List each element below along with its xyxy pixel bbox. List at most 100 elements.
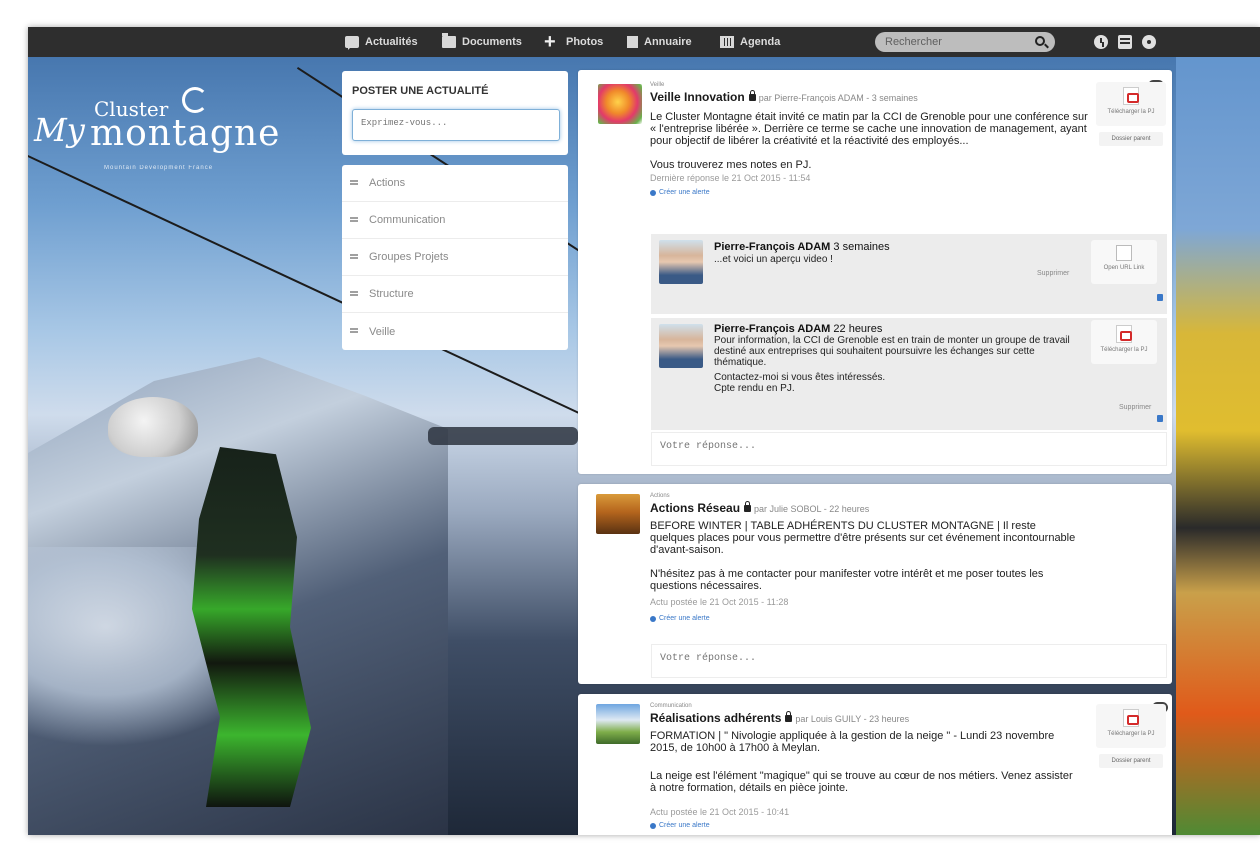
comment-text: Pour information, la CCI de Grenoble est… [714,335,1070,368]
gear-icon[interactable] [1142,35,1156,49]
post-author: par Louis GUILY - 23 heures [795,714,910,724]
reply-input[interactable] [651,644,1167,678]
category-item-actions[interactable]: Actions [342,165,568,202]
create-alert-link[interactable]: Créer une alerte [650,189,710,196]
alert-dot-icon [650,189,656,196]
logo-my-text: My [34,111,85,149]
post-meta: Actu postée le 21 Oct 2015 - 10:41 [650,807,790,817]
parent-folder-button[interactable]: Dossier parent [1099,754,1163,768]
post-title-line: Veille Innovation par Pierre-François ADA… [650,90,918,104]
delete-comment-link[interactable]: Supprimer [1037,270,1069,277]
folder-icon [350,253,360,261]
nav-label: Photos [566,36,604,48]
copy-icon[interactable] [1157,415,1163,422]
download-attachment-button[interactable]: Télécharger la PJ [1096,704,1166,748]
post-avatar [598,84,642,124]
post-body: BEFORE WINTER | TABLE ADHÉRENTS DU CLUST… [650,520,1076,556]
post-author: par Julie SOBOL - 22 heures [754,504,870,514]
folder-icon [442,33,456,48]
category-item-veille[interactable]: Veille [342,313,568,350]
post-meta: Dernière réponse le 21 Oct 2015 - 11:54 [650,173,811,183]
background-skier-helmet [108,397,198,457]
search-input[interactable] [875,32,1055,52]
copy-icon[interactable] [1157,294,1163,301]
delete-comment-link[interactable]: Supprimer [1119,404,1151,411]
create-alert-link[interactable]: Créer une alerte [650,615,710,622]
lock-icon [748,90,756,101]
nav-label: Documents [462,36,522,48]
top-navbar: Actualités Documents + Photos Annuaire A… [28,27,1260,57]
alert-dot-icon [650,615,656,622]
post-title[interactable]: Veille Innovation [650,90,745,104]
post-body: Le Cluster Montagne était invité ce mati… [650,111,1088,147]
post-avatar [596,494,640,534]
search-icon[interactable] [1035,36,1045,46]
download-attachment-label: Télécharger la PJ [1100,347,1148,353]
create-alert-label: Créer une alerte [659,615,710,622]
calendar-icon [720,36,734,48]
category-label: Communication [369,214,446,226]
post-body: FORMATION | " Nivologie appliquée à la g… [650,730,1055,754]
news-post: Veille Veille Innovation par Pierre-Franç… [578,70,1172,474]
logo-tagline: Mountain Development France [104,165,214,171]
create-alert-label: Créer une alerte [659,189,710,196]
mail-icon[interactable] [1118,35,1132,49]
create-alert-link[interactable]: Créer une alerte [650,822,710,829]
link-icon [1116,245,1132,261]
comment-text: ...et voici un aperçu video ! [714,254,833,265]
download-attachment-button[interactable]: Télécharger la PJ [1091,320,1157,364]
category-item-structure[interactable]: Structure [342,276,568,313]
reply-input[interactable] [651,432,1167,466]
nav-item-photos[interactable]: + Photos [544,27,603,57]
category-label: Groupes Projets [369,251,449,263]
comment-header: Pierre-François ADAM 3 semaines [714,241,890,253]
nav-item-agenda[interactable]: Agenda [720,27,780,57]
comment-avatar [659,240,703,284]
plus-icon: + [544,31,556,53]
nav-item-documents[interactable]: Documents [442,27,522,57]
nav-label: Annuaire [644,36,692,48]
newspaper-icon [345,36,359,50]
alert-dot-icon [650,822,656,829]
category-item-groupes-projets[interactable]: Groupes Projets [342,239,568,276]
post-news-box: POSTER UNE ACTUALITÉ [342,71,568,155]
comment-text: Contactez-moi si vous êtes intéressés. [714,372,886,383]
post-news-input[interactable] [352,109,560,141]
comment-author[interactable]: Pierre-François ADAM [714,241,830,253]
parent-folder-button[interactable]: Dossier parent [1099,132,1163,146]
pdf-icon [1123,709,1139,727]
folder-icon [350,290,360,298]
open-url-label: Open URL Link [1103,265,1145,271]
comment-header: Pierre-François ADAM 22 heures [714,323,882,335]
comment-text: Cpte rendu en PJ. [714,383,795,394]
create-alert-label: Créer une alerte [659,822,710,829]
comment: Pierre-François ADAM 22 heures Pour info… [651,318,1167,430]
nav-item-annuaire[interactable]: Annuaire [627,27,692,57]
folder-icon [350,216,360,224]
post-category: Actions [650,493,670,499]
lock-icon [785,711,793,722]
post-title[interactable]: Actions Réseau [650,501,740,515]
pdf-icon [1123,87,1139,105]
post-meta: Actu postée le 21 Oct 2015 - 11:28 [650,597,789,607]
background-right-photo [1176,27,1260,835]
comment-time: 3 semaines [833,241,890,253]
nav-item-actualites[interactable]: Actualités [345,27,418,57]
post-news-title: POSTER UNE ACTUALITÉ [352,85,489,97]
app-window: My Cluster montagne Mountain Development… [28,27,1260,835]
comment-author[interactable]: Pierre-François ADAM [714,323,830,335]
category-label: Actions [369,177,406,189]
post-category: Communication [650,703,692,709]
news-post: Actions Actions Réseau par Julie SOBOL - … [578,484,1172,684]
post-title[interactable]: Réalisations adhérents [650,711,781,725]
download-attachment-button[interactable]: Télécharger la PJ [1096,82,1166,126]
post-category: Veille [650,82,665,88]
category-item-communication[interactable]: Communication [342,202,568,239]
open-url-button[interactable]: Open URL Link [1091,240,1157,284]
clock-icon[interactable] [1094,35,1108,49]
background-chairlift [428,427,578,445]
category-list: Actions Communication Groupes Projets St… [342,165,568,350]
post-author: par Pierre-François ADAM - 3 semaines [758,93,918,103]
post-body-extra: N'hésitez pas à me contacter pour manife… [650,568,1044,592]
news-post: Communication Réalisations adhérents par … [578,694,1172,835]
